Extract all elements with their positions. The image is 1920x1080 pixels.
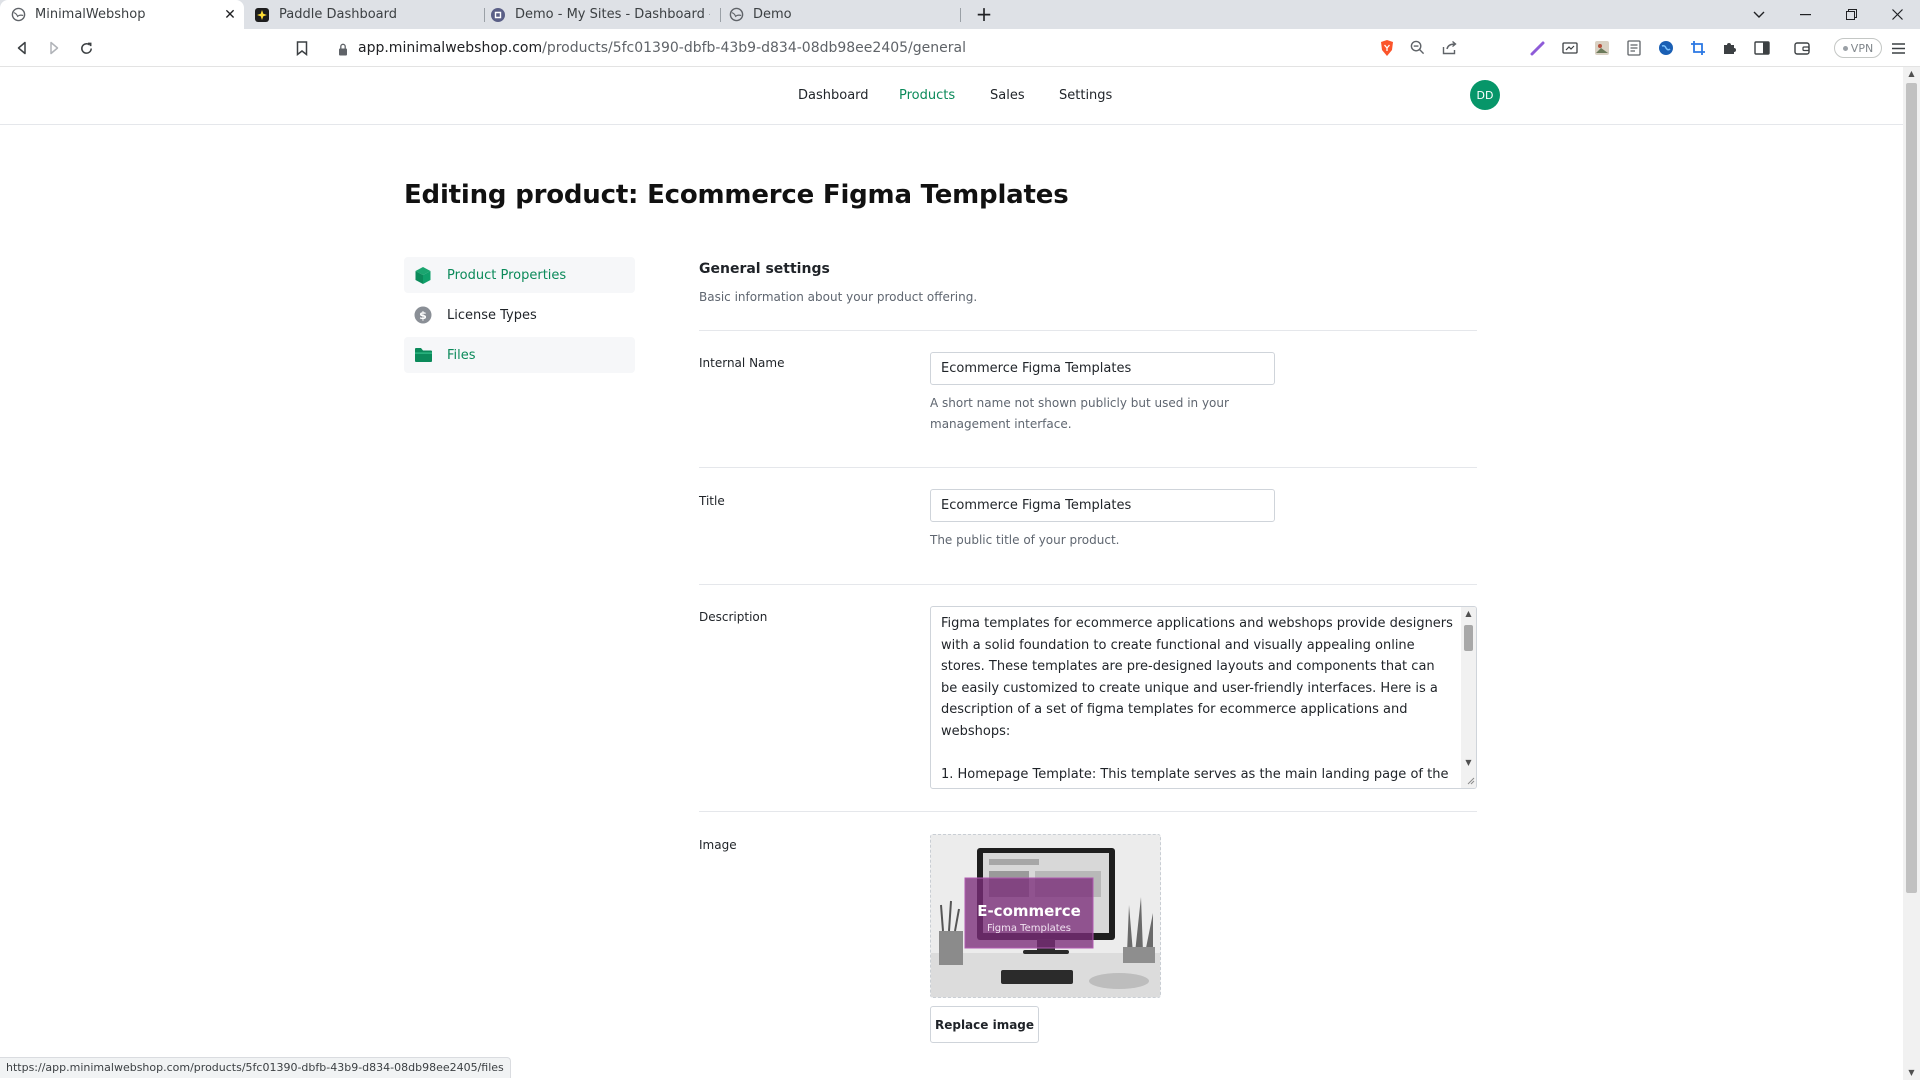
image-label: Image [699, 838, 737, 852]
image-overlay-title: E-commerce [977, 902, 1081, 920]
close-window-button[interactable] [1874, 0, 1920, 29]
tab-divider [960, 8, 961, 22]
vpn-status-dot [1842, 45, 1848, 51]
browser-menu-icon[interactable] [1886, 36, 1910, 60]
nav-products[interactable]: Products [899, 88, 955, 103]
page-scrollbar[interactable]: ▲ ▼ [1903, 67, 1920, 1080]
internal-name-help: A short name not shown publicly but used… [930, 396, 1229, 431]
product-image[interactable]: E-commerce Figma Templates [930, 834, 1161, 998]
scroll-up-arrow-icon[interactable]: ▲ [1461, 607, 1476, 621]
tab-title: Paddle Dashboard [279, 7, 397, 22]
pen-extension-icon[interactable] [1526, 36, 1550, 60]
close-tab-icon[interactable]: ✕ [222, 7, 238, 23]
cube-icon [413, 265, 433, 285]
description-textarea[interactable]: Figma templates for ecommerce applicatio… [930, 606, 1477, 789]
svg-text:$: $ [419, 309, 427, 322]
vpn-label: VPN [1850, 41, 1874, 55]
sidebar-item-label: Files [447, 347, 476, 363]
replace-image-button[interactable]: Replace image [930, 1006, 1039, 1043]
browser-toolbar: app.minimalwebshop.com/products/5fc01390… [0, 29, 1920, 67]
browser-tab-minimalwebshop[interactable]: MinimalWebshop ✕ [0, 0, 244, 29]
divider [699, 584, 1477, 585]
globe-extension-icon[interactable] [1654, 36, 1678, 60]
tab-title: Demo - My Sites - Dashboard - Carrd [515, 7, 710, 22]
screen-cast-extension-icon[interactable] [1558, 36, 1582, 60]
tab-search-chevron-icon[interactable] [1736, 0, 1782, 29]
browser-tab-demo[interactable]: Demo [718, 0, 958, 29]
page-title: Editing product: Ecommerce Figma Templat… [404, 180, 1069, 210]
resize-handle-icon[interactable] [1465, 770, 1475, 788]
zoom-icon[interactable] [1410, 40, 1425, 59]
url-host: app.minimalwebshop.com [358, 40, 543, 56]
nav-settings[interactable]: Settings [1059, 88, 1112, 103]
image-overlay-subtitle: Figma Templates [986, 923, 1072, 934]
browser-tab-carrd[interactable]: Demo - My Sites - Dashboard - Carrd [480, 0, 720, 29]
description-scrollbar[interactable]: ▲ ▼ [1461, 607, 1476, 788]
scrollbar-thumb[interactable] [1464, 625, 1473, 651]
restore-window-button[interactable] [1828, 0, 1874, 29]
internal-name-label: Internal Name [699, 356, 785, 370]
internal-name-input[interactable] [930, 352, 1275, 385]
tab-title: MinimalWebshop [35, 7, 146, 22]
new-tab-button[interactable]: + [972, 3, 996, 27]
app-header: Dashboard Products Sales Settings DD [0, 67, 1903, 125]
lock-icon[interactable] [338, 41, 348, 60]
sidebar-item-label: Product Properties [447, 267, 567, 283]
wallet-icon[interactable] [1790, 36, 1814, 60]
divider [699, 330, 1477, 331]
title-input[interactable] [930, 489, 1275, 522]
dollar-icon: $ [413, 305, 433, 325]
link-status-bar: https://app.minimalwebshop.com/products/… [0, 1057, 511, 1078]
back-button[interactable] [10, 36, 34, 60]
section-subtitle: Basic information about your product off… [699, 290, 978, 304]
reader-extension-icon[interactable] [1622, 36, 1646, 60]
paddle-icon [254, 7, 270, 23]
sidebar-toggle-icon[interactable] [1750, 36, 1774, 60]
browser-tab-paddle[interactable]: Paddle Dashboard [244, 0, 484, 29]
title-help: The public title of your product. [930, 533, 1120, 547]
sidebar-item-license-types[interactable]: $ License Types [404, 297, 635, 333]
url-path: /products/5fc01390-dbfb-43b9-d834-08db98… [542, 40, 966, 56]
avatar[interactable]: DD [1470, 80, 1500, 110]
crop-extension-icon[interactable] [1686, 36, 1710, 60]
share-icon[interactable] [1442, 40, 1458, 59]
sidebar-item-label: License Types [447, 307, 537, 323]
divider [699, 467, 1477, 468]
brave-shields-icon[interactable] [1375, 36, 1399, 60]
minimize-window-button[interactable] [1782, 0, 1828, 29]
sidebar-item-product-properties[interactable]: Product Properties [404, 257, 635, 293]
globe-icon [728, 7, 744, 23]
scroll-down-arrow-icon[interactable]: ▼ [1903, 1066, 1920, 1080]
browser-tab-strip: MinimalWebshop ✕ Paddle Dashboard Demo -… [0, 0, 1920, 29]
tab-title: Demo [753, 7, 792, 22]
scroll-down-arrow-icon[interactable]: ▼ [1461, 756, 1476, 770]
carrd-icon [490, 7, 506, 23]
description-text: Figma templates for ecommerce applicatio… [941, 616, 1453, 782]
vpn-button[interactable]: VPN [1834, 38, 1882, 58]
reload-button[interactable] [74, 36, 98, 60]
folder-icon [413, 345, 433, 365]
extensions-puzzle-icon[interactable] [1718, 36, 1742, 60]
scrollbar-thumb[interactable] [1906, 83, 1917, 893]
sidebar-item-files[interactable]: Files [404, 337, 635, 373]
divider [699, 811, 1477, 812]
forward-button[interactable] [42, 36, 66, 60]
address-bar[interactable]: app.minimalwebshop.com/products/5fc01390… [328, 34, 1457, 62]
url-text: app.minimalwebshop.com/products/5fc01390… [358, 40, 966, 56]
bookmark-icon[interactable] [290, 36, 314, 60]
image-extension-icon[interactable] [1590, 36, 1614, 60]
nav-dashboard[interactable]: Dashboard [798, 88, 869, 103]
scroll-up-arrow-icon[interactable]: ▲ [1903, 67, 1920, 81]
globe-icon [10, 7, 26, 23]
section-title: General settings [699, 261, 830, 277]
description-label: Description [699, 610, 768, 624]
title-label: Title [699, 494, 725, 508]
nav-sales[interactable]: Sales [990, 88, 1025, 103]
